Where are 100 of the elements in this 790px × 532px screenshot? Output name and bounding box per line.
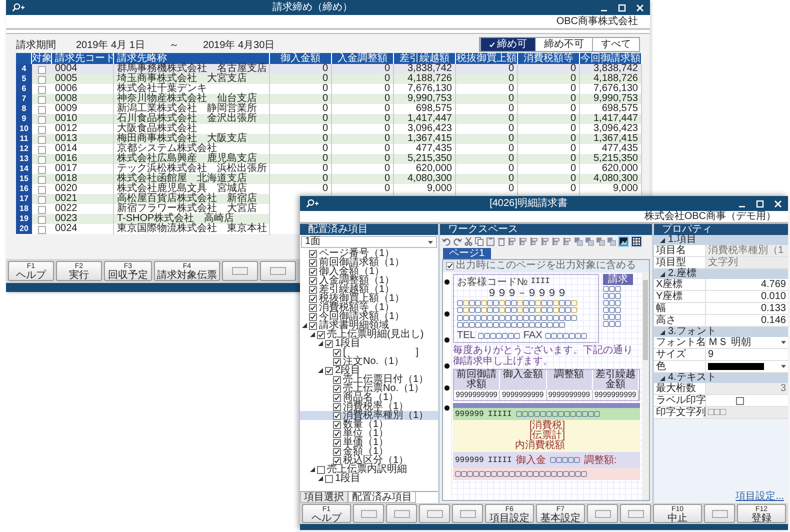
zoom-in-icon[interactable] [306,199,319,208]
align-icon[interactable] [541,237,550,246]
property-dropdown[interactable]: ＭＳ 明朝 [706,337,788,348]
expander-icon[interactable] [660,376,665,380]
checkbox[interactable] [317,330,325,338]
zoom-in-icon[interactable] [12,3,25,12]
property-value[interactable]: 9 [706,349,788,360]
tree-row[interactable]: 売上伝票明細(見出し) [300,330,438,339]
checkbox[interactable] [333,376,341,384]
close-icon[interactable] [636,4,644,12]
checkbox[interactable] [309,258,317,266]
checkbox[interactable] [325,340,333,348]
checkbox[interactable] [38,66,46,74]
grid-icon[interactable] [631,236,642,247]
checkbox[interactable] [38,96,46,104]
checkbox[interactable] [317,466,325,474]
function-key[interactable] [419,504,450,523]
copy-icon[interactable] [475,237,484,246]
tree-row[interactable]: 今回御請求額（1） [300,312,438,321]
tree-row[interactable]: 売上伝票No.（1） [300,384,438,393]
settings-link[interactable]: 項目設定... [654,491,788,503]
tree-row[interactable]: 税抜御買上額（1） [300,294,438,303]
pane-tab[interactable]: 配置済み項目 [348,492,416,503]
tree-row[interactable]: [ ] [300,348,438,357]
expander-icon[interactable] [302,323,307,328]
checkbox[interactable] [309,286,317,294]
checkbox[interactable] [38,146,46,154]
checkbox[interactable] [309,322,317,330]
filter-toggle[interactable]: 締め可 [480,38,535,51]
delete-icon[interactable] [497,237,506,246]
checkbox[interactable] [333,394,341,402]
checkbox[interactable] [325,366,333,374]
checkbox[interactable] [309,268,317,276]
maximize-icon[interactable] [756,200,764,208]
checkbox[interactable] [333,384,341,392]
tree-row[interactable]: 数量（1） [300,420,438,429]
expander-icon[interactable] [318,368,323,373]
expander-icon[interactable] [318,341,323,346]
function-key[interactable] [587,504,618,523]
function-key[interactable] [620,504,651,523]
expander-icon[interactable] [310,332,315,337]
expander-icon[interactable] [660,272,665,276]
checkbox[interactable] [38,86,46,94]
checkbox[interactable] [38,216,46,224]
tree-row[interactable]: 単位（1） [300,429,438,438]
checkbox[interactable] [309,312,317,320]
checkbox[interactable] [736,396,744,404]
tree-row[interactable]: 単価（1） [300,438,438,447]
image-icon[interactable] [618,236,629,247]
table-row[interactable]: 13 0016 株式会社広島興産 鹿児島支店 0 0 5,215,350 0 0 5,215,350 [16,154,642,164]
checkbox[interactable] [38,166,46,174]
checkbox[interactable] [333,456,341,464]
table-row[interactable]: 19 0023 T-SHOP株式会社 高崎店 [16,214,270,224]
table-row[interactable]: 4 0004 群馬事務機株式会社 名古屋支店 0 0 3,838,742 0 0 3,838,742 [16,64,642,74]
tree-row[interactable]: 1段目 [300,339,438,348]
color-dropdown[interactable] [706,361,788,372]
checkbox[interactable] [333,358,341,366]
close-icon[interactable] [774,200,782,208]
checkbox[interactable] [38,106,46,114]
checkbox[interactable] [38,176,46,184]
tree-row[interactable]: 1段目 [300,474,438,483]
tree-row[interactable]: 消費税率（1） [300,402,438,411]
checkbox[interactable] [309,304,317,312]
property-value[interactable]: 4.769 [706,279,788,290]
function-key[interactable] [222,261,258,281]
tree-row[interactable]: ページ番号（1） [300,249,438,258]
property-value[interactable]: 0.146 [706,315,788,326]
checkbox[interactable] [309,294,317,302]
tree-row[interactable]: 差引繰越額（1） [300,285,438,294]
dropdown[interactable]: 1面 [301,236,437,248]
align-icon[interactable] [508,237,517,246]
function-key[interactable] [353,504,384,523]
checkbox[interactable] [309,276,317,284]
table-row[interactable]: 20 0024 東京国際物流株式会社 東京本社 [16,224,270,234]
checkbox[interactable] [38,156,46,164]
redo-icon[interactable] [453,237,462,246]
expander-icon[interactable] [660,330,665,334]
align-icon[interactable] [519,237,528,246]
checkbox[interactable] [309,250,317,258]
filter-toggle[interactable]: 締め不可 [535,38,592,51]
table-row[interactable]: 15 0018 株式会社函館屋 北海道支店 0 0 4,080,300 0 0 4,080,300 [16,174,642,184]
checkbox[interactable] [325,474,333,482]
undo-icon[interactable] [442,237,451,246]
expander-icon[interactable] [318,476,323,481]
cut-icon[interactable] [464,237,473,246]
checkbox[interactable] [333,412,341,420]
tree-row[interactable]: 消費税額等（1） [300,303,438,312]
checkbox[interactable] [38,226,46,234]
filter-toggle[interactable]: すべて [592,38,639,51]
checkbox[interactable] [38,126,46,134]
property-value[interactable]: 0.133 [706,303,788,314]
align-icon[interactable] [563,237,572,246]
tree-row[interactable]: 金額（1） [300,447,438,456]
tree-row[interactable]: 前回御請求額（1） [300,258,438,267]
table-row[interactable]: 17 0021 高松屋百貨店株式会社 新宿店 [16,194,270,204]
align-icon[interactable] [530,237,539,246]
paste-icon[interactable] [486,237,495,246]
scrollbar[interactable] [642,272,649,500]
checkbox[interactable] [38,186,46,194]
checkbox[interactable] [333,448,341,456]
